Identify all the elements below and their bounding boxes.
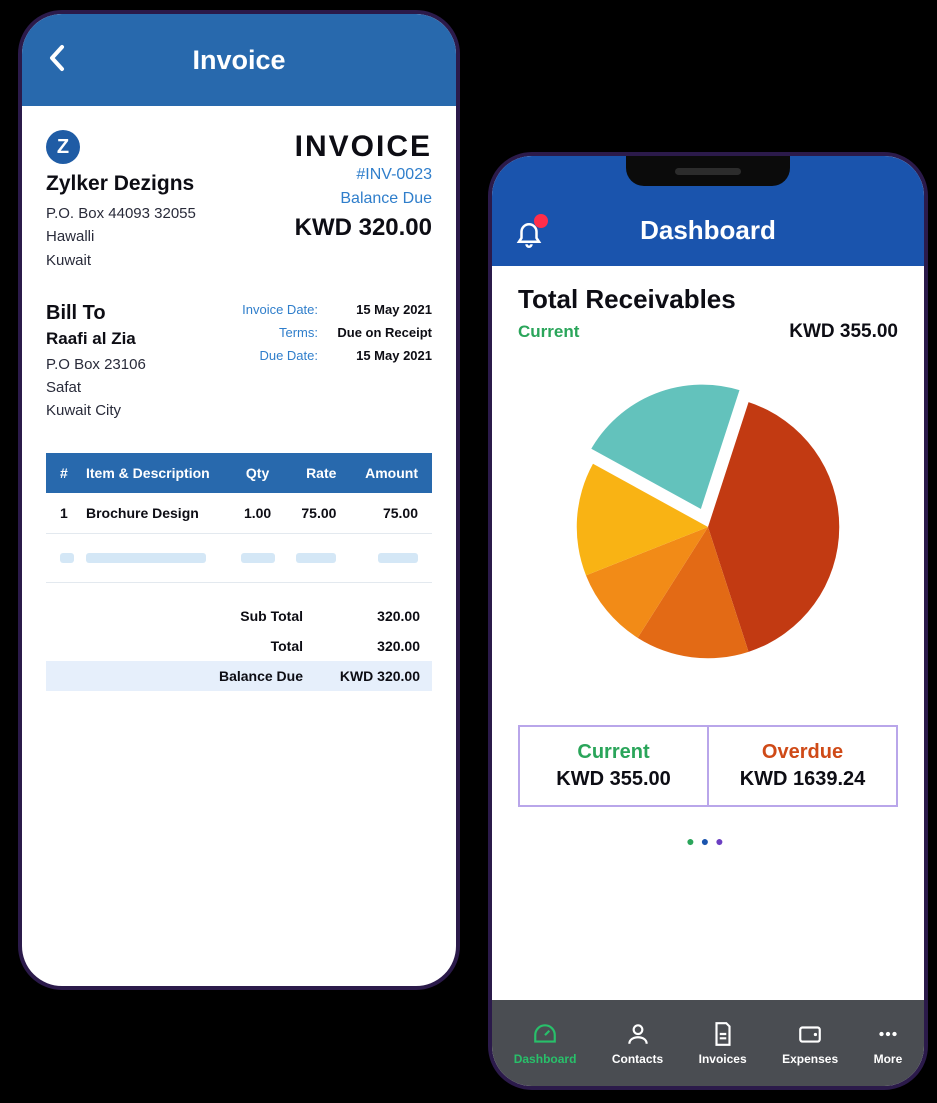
terms-value: Due on Receipt (332, 325, 432, 340)
tab-bar: Dashboard Contacts Invoices Expenses Mor… (492, 1000, 924, 1086)
more-icon (875, 1021, 901, 1047)
tab-more[interactable]: More (874, 1021, 903, 1066)
items-table: # Item & Description Qty Rate Amount 1 B… (46, 453, 432, 583)
balance-due-amount: KWD 320.00 (295, 214, 432, 242)
company-logo-icon: Z (46, 130, 80, 164)
total-label: Total (213, 638, 303, 654)
tab-contacts[interactable]: Contacts (612, 1021, 663, 1066)
col-num: # (46, 453, 80, 493)
tab-contacts-label: Contacts (612, 1052, 663, 1066)
col-amount: Amount (350, 453, 432, 493)
from-address-line3: Kuwait (46, 249, 196, 272)
phone-notch (626, 156, 790, 186)
contacts-icon (625, 1021, 651, 1047)
balance-due-label: Balance Due (295, 190, 432, 208)
bill-to-title: Bill To (46, 302, 146, 325)
expenses-icon (797, 1021, 823, 1047)
invoice-meta: Invoice Date: 15 May 2021 Terms: Due on … (242, 302, 432, 423)
dashboard-header-title: Dashboard (640, 215, 776, 246)
notification-dot-icon (534, 214, 548, 228)
receivables-legend: Current KWD 355.00 Overdue KWD 1639.24 (518, 725, 898, 807)
due-date-value: 15 May 2021 (332, 348, 432, 363)
subtotal-label: Sub Total (213, 608, 303, 624)
cell-num: 1 (46, 493, 80, 534)
bill-to-name: Raafi al Zia (46, 329, 146, 349)
receivables-title: Total Receivables (518, 284, 898, 315)
page-indicator[interactable]: ●●● (518, 833, 898, 849)
invoice-header-title: Invoice (192, 45, 285, 76)
cell-qty: 1.00 (232, 493, 283, 534)
current-amount: KWD 355.00 (789, 321, 898, 343)
table-row[interactable]: 1 Brochure Design 1.00 75.00 75.00 (46, 493, 432, 534)
invoice-topbar: Invoice (22, 14, 456, 106)
cell-amount: 75.00 (350, 493, 432, 534)
col-item: Item & Description (80, 453, 232, 493)
terms-label: Terms: (279, 325, 318, 340)
invoice-date-value: 15 May 2021 (332, 302, 432, 317)
col-rate: Rate (283, 453, 350, 493)
notification-bell-icon[interactable] (514, 218, 544, 248)
invoice-phone: Invoice Z Zylker Dezigns P.O. Box 44093 … (18, 10, 460, 990)
subtotal-value: 320.00 (325, 608, 420, 624)
bill-to-line2: Safat (46, 376, 146, 399)
tab-invoices-label: Invoices (699, 1052, 747, 1066)
receivables-pie-chart (518, 377, 898, 677)
invoice-number: #INV-0023 (295, 166, 432, 184)
invoices-icon (710, 1021, 736, 1047)
total-value: 320.00 (325, 638, 420, 654)
dashboard-icon (532, 1021, 558, 1047)
from-address-line1: P.O. Box 44093 32055 (46, 202, 196, 225)
tab-more-label: More (874, 1052, 903, 1066)
due-date-label: Due Date: (259, 348, 318, 363)
legend-current[interactable]: Current KWD 355.00 (520, 727, 709, 805)
tab-expenses[interactable]: Expenses (782, 1021, 838, 1066)
current-label: Current (518, 322, 579, 342)
cell-item: Brochure Design (80, 493, 232, 534)
invoice-doc-title: INVOICE (295, 130, 432, 164)
dashboard-phone: Dashboard Total Receivables Current KWD … (488, 152, 928, 1090)
table-row-placeholder (46, 533, 432, 582)
tab-dashboard[interactable]: Dashboard (514, 1021, 577, 1066)
bill-to-line3: Kuwait City (46, 399, 146, 422)
tab-invoices[interactable]: Invoices (699, 1021, 747, 1066)
from-company-name: Zylker Dezigns (46, 172, 196, 196)
totals-block: Sub Total 320.00 Total 320.00 Balance Du… (46, 601, 432, 691)
back-icon[interactable] (48, 44, 66, 79)
legend-overdue-label: Overdue (717, 741, 888, 764)
legend-overdue[interactable]: Overdue KWD 1639.24 (709, 727, 896, 805)
from-address-line2: Hawalli (46, 225, 196, 248)
invoice-date-label: Invoice Date: (242, 302, 318, 317)
tab-dashboard-label: Dashboard (514, 1052, 577, 1066)
cell-rate: 75.00 (283, 493, 350, 534)
legend-current-value: KWD 355.00 (528, 768, 699, 791)
bill-to-line1: P.O Box 23106 (46, 353, 146, 376)
tab-expenses-label: Expenses (782, 1052, 838, 1066)
legend-current-label: Current (528, 741, 699, 764)
balance-due-row-label: Balance Due (213, 668, 303, 684)
legend-overdue-value: KWD 1639.24 (717, 768, 888, 791)
col-qty: Qty (232, 453, 283, 493)
balance-due-row-value: KWD 320.00 (325, 668, 420, 684)
